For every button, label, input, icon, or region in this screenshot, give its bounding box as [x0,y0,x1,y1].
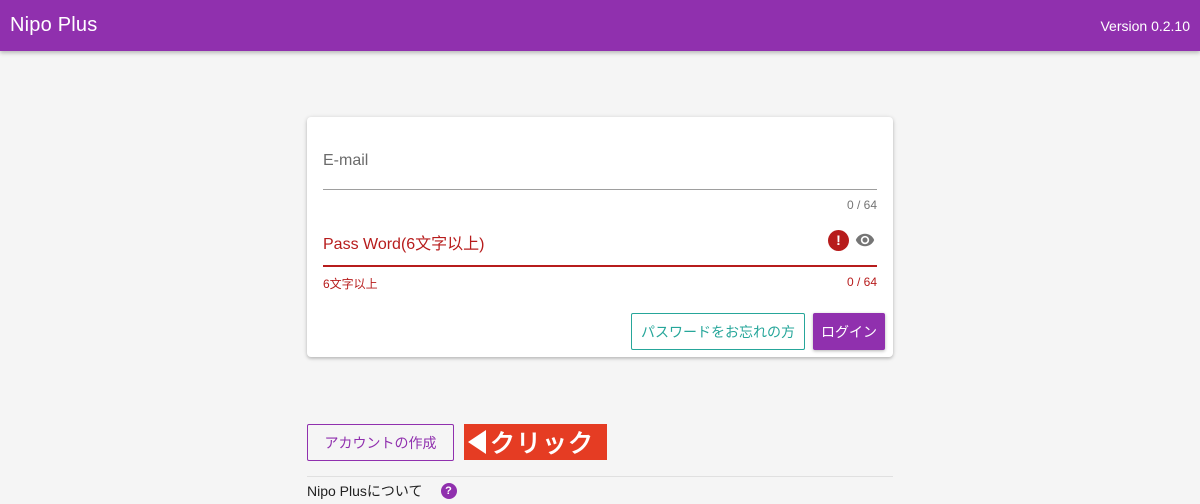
callout-text: クリック [490,430,595,458]
password-counter: 0 / 64 [846,275,877,289]
login-button[interactable]: ログイン [813,313,885,350]
help-circle-icon[interactable]: ? [440,483,457,499]
app-bar: Nipo Plus Version 0.2.10 [0,0,1200,51]
login-card: E-mail 0 / 64 Pass Word(6文字以上) ! 6文字以上 0… [307,117,893,357]
exclamation-circle-icon: ! [828,230,849,251]
about-row[interactable]: Nipo Plusについて ? [307,481,457,501]
arrow-left-icon [468,430,486,454]
email-counter: 0 / 64 [846,198,877,212]
password-label: Pass Word(6文字以上) [323,236,485,253]
email-label: E-mail [323,152,369,169]
divider [307,476,893,477]
password-field[interactable]: Pass Word(6文字以上) ! [323,217,877,267]
app-version: Version 0.2.10 [1100,17,1190,34]
app-title: Nipo Plus [10,14,98,36]
password-error-hint: 6文字以上 [323,277,378,291]
email-field[interactable]: E-mail [323,141,877,190]
create-account-button[interactable]: アカウントの作成 [307,424,454,461]
click-callout: クリック [464,424,607,460]
forgot-password-button[interactable]: パスワードをお忘れの方 [631,313,805,350]
eye-icon[interactable] [853,230,877,250]
about-label: Nipo Plusについて [307,483,423,499]
